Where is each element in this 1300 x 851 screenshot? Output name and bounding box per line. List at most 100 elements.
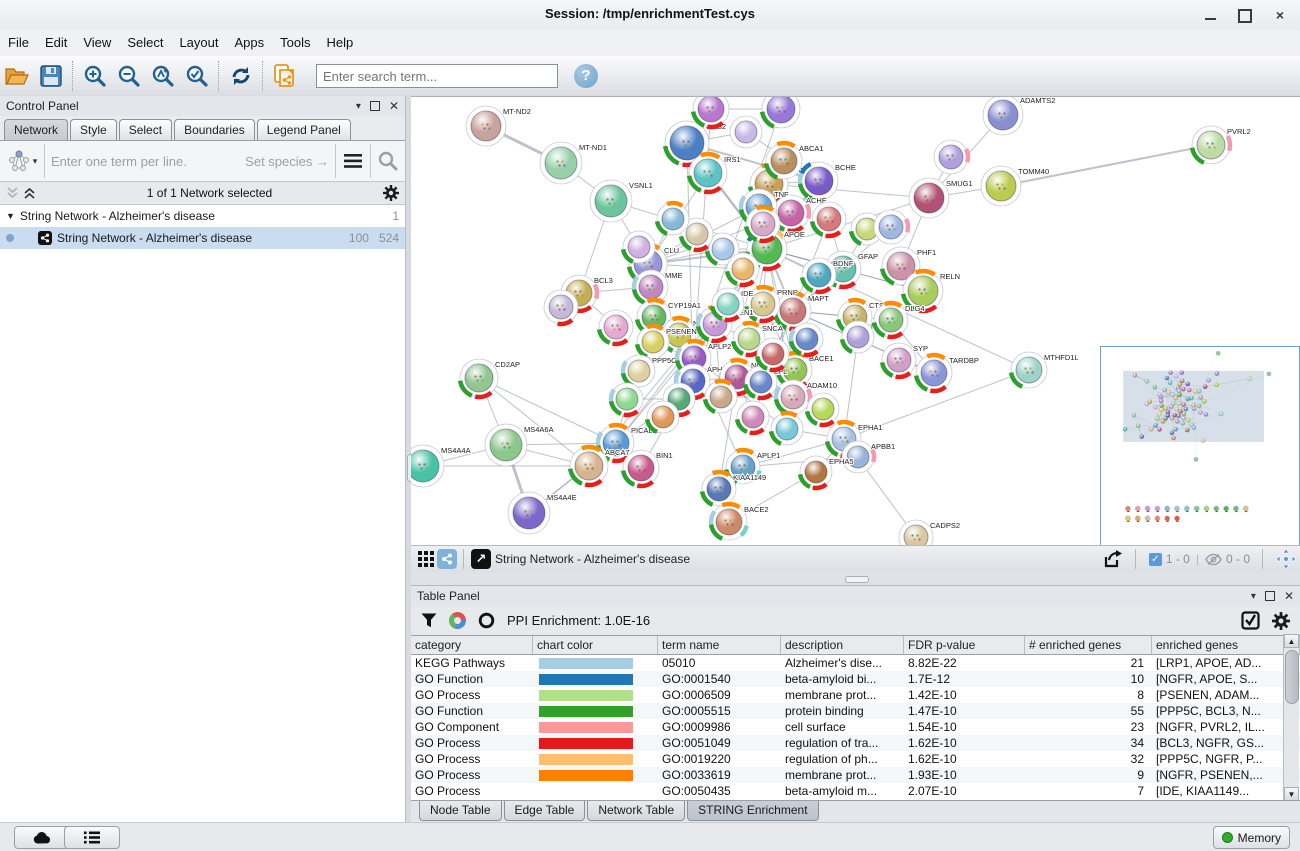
- network-node[interactable]: [730, 394, 775, 439]
- network-row[interactable]: String Network - Alzheimer's disease 100…: [0, 227, 405, 249]
- column-header[interactable]: chart color: [533, 636, 658, 654]
- menu-help[interactable]: Help: [319, 30, 362, 50]
- tab-node-table[interactable]: Node Table: [419, 801, 502, 821]
- zoom-fit-button[interactable]: [146, 60, 180, 92]
- network-node[interactable]: MS4A4E: [508, 492, 577, 534]
- minimize-button[interactable]: [1195, 4, 1225, 26]
- pan-compass-icon[interactable]: [1276, 549, 1296, 569]
- table-row[interactable]: GO ComponentGO:0009986cell surface1.54E-…: [411, 719, 1300, 735]
- network-node[interactable]: CD2AP: [452, 351, 520, 405]
- collapse-all-icon[interactable]: [6, 187, 19, 199]
- network-node[interactable]: [756, 97, 805, 134]
- horizontal-splitter[interactable]: [411, 572, 1300, 585]
- column-header[interactable]: term name: [658, 636, 781, 654]
- menu-view[interactable]: View: [75, 30, 119, 50]
- birdseye-toggle-button[interactable]: ↗: [471, 549, 491, 569]
- expand-all-icon[interactable]: [23, 187, 36, 199]
- network-node[interactable]: VSNL1: [590, 180, 653, 222]
- tab-network-table[interactable]: Network Table: [587, 801, 685, 821]
- task-list-button[interactable]: [64, 826, 120, 849]
- grid-view-button[interactable]: [415, 551, 437, 567]
- panel-float-icon[interactable]: [370, 101, 380, 111]
- export-icon[interactable]: [1103, 549, 1123, 569]
- scrollbar-thumb[interactable]: [1285, 650, 1299, 704]
- copy-network-button[interactable]: [268, 60, 302, 92]
- zoom-selected-button[interactable]: [180, 60, 214, 92]
- string-search-button[interactable]: [370, 144, 405, 178]
- expand-arrow-icon[interactable]: ▼: [6, 211, 15, 221]
- set-species-label[interactable]: Set species →: [245, 154, 329, 169]
- menu-apps[interactable]: Apps: [227, 30, 273, 50]
- close-button[interactable]: ×: [1265, 4, 1295, 26]
- tab-legend-panel[interactable]: Legend Panel: [257, 119, 351, 140]
- network-node[interactable]: TOMM40: [981, 166, 1049, 206]
- table-row[interactable]: GO ProcessGO:0019220regulation of ph...1…: [411, 751, 1300, 767]
- string-options-button[interactable]: [335, 144, 370, 178]
- panel-close-icon[interactable]: ✕: [1284, 589, 1294, 603]
- tab-edge-table[interactable]: Edge Table: [504, 801, 586, 821]
- menu-layout[interactable]: Layout: [171, 30, 226, 50]
- gear-icon[interactable]: [383, 185, 399, 201]
- network-node[interactable]: EPHA5: [793, 449, 853, 494]
- tab-style[interactable]: Style: [70, 119, 117, 140]
- panel-float-icon[interactable]: [1265, 591, 1275, 601]
- cloud-tasks-button[interactable]: [14, 826, 70, 849]
- search-input[interactable]: [316, 64, 558, 88]
- menu-edit[interactable]: Edit: [37, 30, 75, 50]
- table-row[interactable]: GO ProcessGO:0033619membrane prot...1.93…: [411, 767, 1300, 783]
- splitter-grip[interactable]: [845, 576, 869, 583]
- help-button[interactable]: ?: [574, 64, 598, 88]
- table-row[interactable]: GO ProcessGO:0006509membrane prot...1.42…: [411, 687, 1300, 703]
- panel-menu-icon[interactable]: ▾: [1251, 591, 1256, 602]
- string-term-input[interactable]: Enter one term per line. Set species →: [45, 154, 335, 169]
- zoom-out-button[interactable]: [112, 60, 146, 92]
- network-node[interactable]: MT-ND1: [540, 142, 607, 184]
- network-collection-row[interactable]: ▼ String Network - Alzheimer's disease 1: [0, 205, 405, 227]
- network-node[interactable]: PVRL2: [1185, 119, 1250, 170]
- network-node[interactable]: [592, 303, 640, 351]
- zoom-in-button[interactable]: [78, 60, 112, 92]
- memory-button[interactable]: Memory: [1213, 826, 1290, 849]
- refresh-button[interactable]: [224, 60, 258, 92]
- table-row[interactable]: GO ProcessGO:0050435beta-amyloid m...2.0…: [411, 783, 1300, 799]
- tab-select[interactable]: Select: [119, 119, 172, 140]
- tab-string-enrichment[interactable]: STRING Enrichment: [687, 801, 818, 821]
- network-node[interactable]: SMUG1: [909, 178, 973, 218]
- menu-tools[interactable]: Tools: [272, 30, 318, 50]
- network-node[interactable]: [928, 134, 974, 180]
- scroll-up-arrow[interactable]: ▲: [1284, 634, 1299, 648]
- network-node[interactable]: MS4A6A: [485, 424, 554, 466]
- network-node[interactable]: [730, 116, 762, 148]
- column-header[interactable]: description: [781, 636, 904, 654]
- tab-boundaries[interactable]: Boundaries: [174, 119, 255, 140]
- menu-file[interactable]: File: [0, 30, 37, 50]
- save-session-button[interactable]: [34, 60, 68, 92]
- column-header[interactable]: enriched genes: [1152, 636, 1300, 654]
- network-node[interactable]: ADAMTS2: [983, 97, 1055, 135]
- network-node[interactable]: MT-ND2: [466, 106, 531, 146]
- column-header[interactable]: FDR p-value: [904, 636, 1025, 654]
- open-session-button[interactable]: [0, 60, 34, 92]
- panel-menu-icon[interactable]: ▾: [356, 101, 361, 112]
- string-logo-button[interactable]: ▾: [0, 144, 45, 178]
- gear-icon[interactable]: [1272, 612, 1290, 630]
- column-header[interactable]: category: [411, 636, 533, 654]
- table-row[interactable]: GO FunctionGO:0005515protein binding1.47…: [411, 703, 1300, 719]
- network-node[interactable]: MTHFD1L: [1006, 347, 1079, 394]
- table-row[interactable]: GO ProcessGO:0051049regulation of tra...…: [411, 735, 1300, 751]
- panel-close-icon[interactable]: ✕: [389, 99, 399, 113]
- network-node[interactable]: ABCA7: [562, 439, 629, 493]
- table-row[interactable]: KEGG Pathways05010Alzheimer's dise...8.8…: [411, 655, 1300, 671]
- network-node[interactable]: [766, 408, 808, 450]
- birds-eye-view[interactable]: [1100, 346, 1300, 546]
- filter-icon[interactable]: [421, 613, 437, 628]
- network-node[interactable]: CADPS2: [899, 520, 960, 546]
- column-header[interactable]: # enriched genes: [1025, 636, 1152, 654]
- maximize-button[interactable]: [1230, 4, 1260, 26]
- scroll-down-arrow[interactable]: ▼: [1284, 787, 1299, 801]
- ring-chart-icon[interactable]: [478, 612, 495, 629]
- pie-chart-icon[interactable]: [449, 612, 466, 629]
- network-share-button[interactable]: [437, 549, 457, 569]
- select-columns-icon[interactable]: [1241, 611, 1260, 630]
- menu-select[interactable]: Select: [119, 30, 171, 50]
